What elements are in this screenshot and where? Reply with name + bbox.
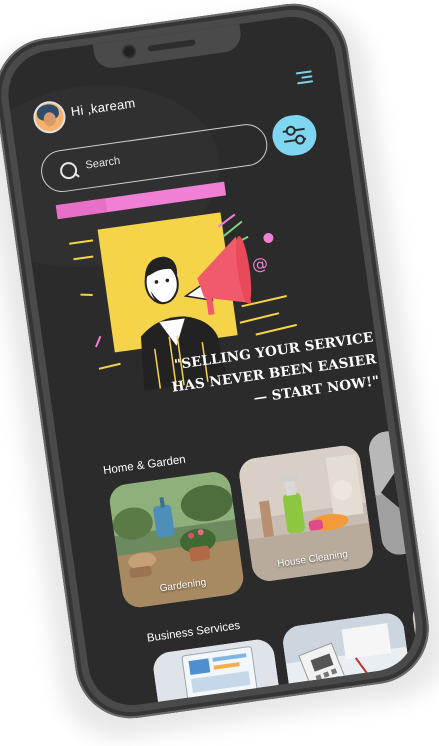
filter-knob-top [285, 125, 297, 137]
speaker-grill [147, 39, 196, 52]
search-placeholder: Search [84, 154, 121, 172]
hamburger-menu-icon[interactable] [294, 70, 314, 86]
category-card-house-cleaning[interactable]: House Cleaning [237, 443, 376, 584]
camera-icon [123, 45, 135, 58]
section-title-home-garden: Home & Garden [102, 453, 187, 478]
category-card-gardening[interactable]: Gardening [107, 469, 246, 610]
at-symbol: @ [251, 253, 269, 274]
section-title-business-services: Business Services [146, 619, 241, 645]
user-avatar[interactable] [31, 99, 68, 136]
filter-knob-bottom [294, 133, 306, 146]
stage: Hi ,kaream Search @ "SELLING YOUR SERVIC… [0, 0, 439, 746]
pink-dot [263, 232, 274, 243]
greeting-text: Hi ,kaream [69, 95, 137, 120]
phone-notch [92, 23, 243, 71]
filter-button[interactable] [269, 112, 319, 159]
search-icon [59, 161, 79, 181]
